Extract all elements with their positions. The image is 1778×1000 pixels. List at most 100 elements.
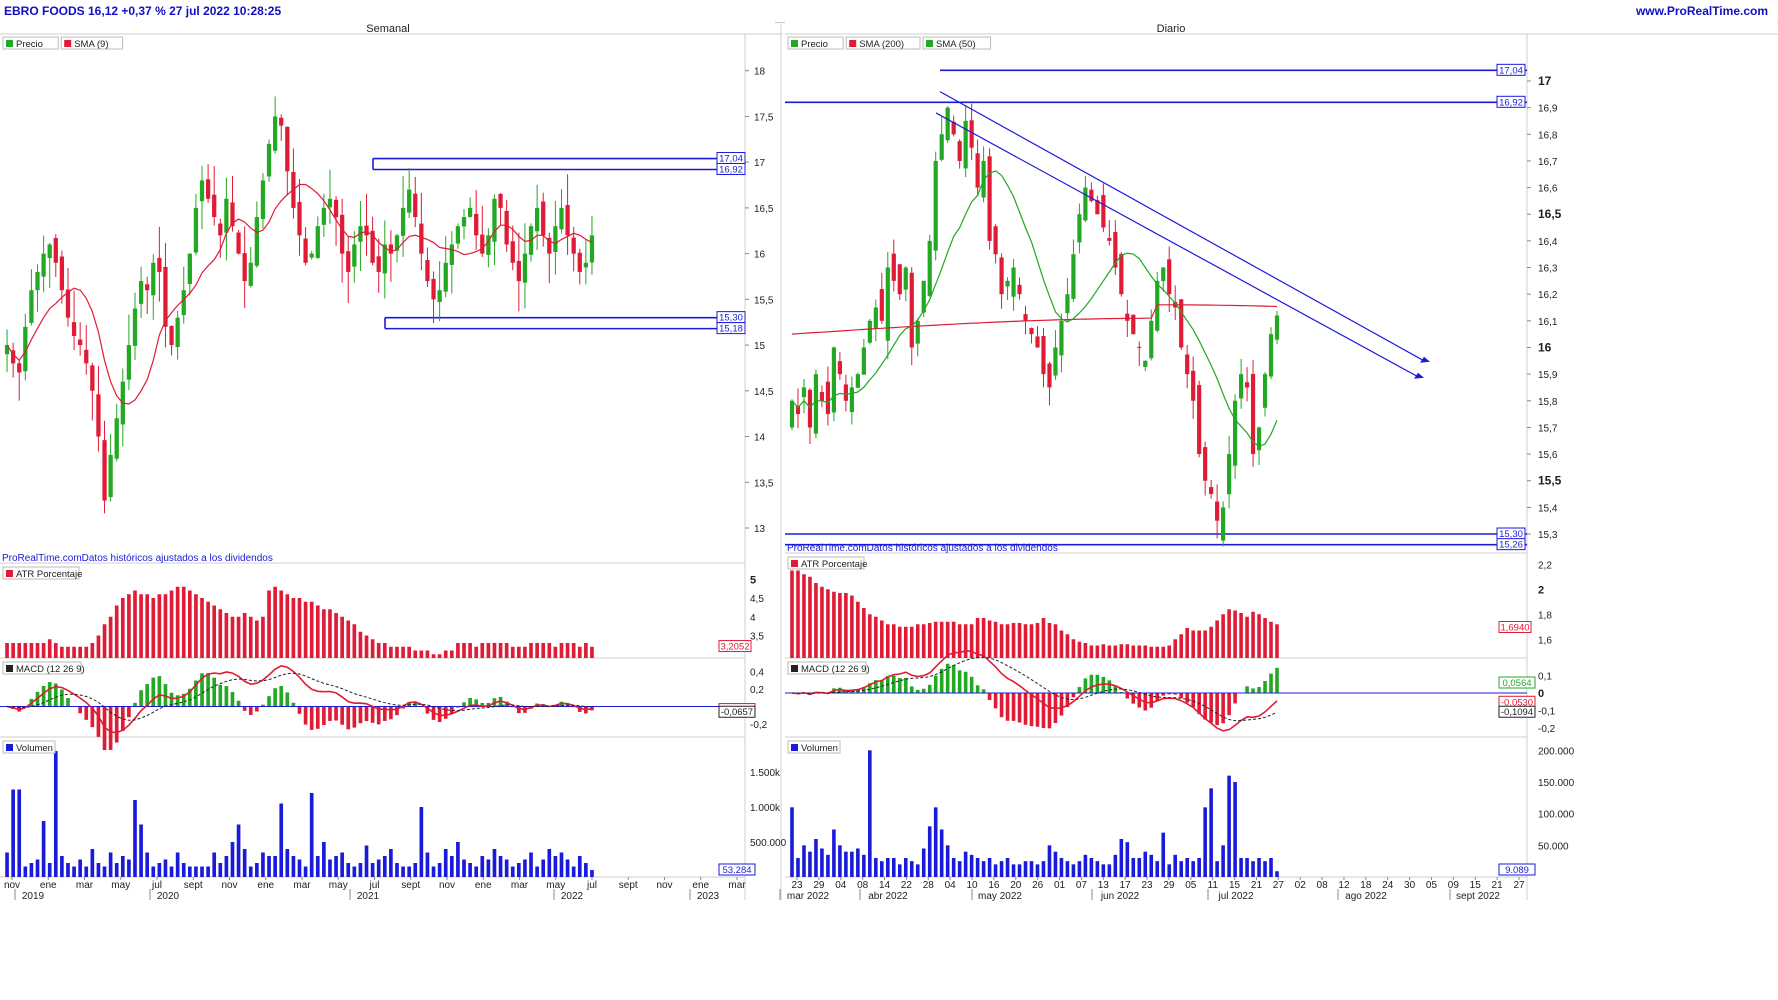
- candle-body: [807, 389, 813, 428]
- macd-bar: [255, 706, 259, 712]
- volume-bar: [1239, 858, 1243, 877]
- atr-bar: [35, 643, 40, 658]
- candle-body: [218, 223, 223, 236]
- candle-body: [1149, 320, 1154, 359]
- x-tick-label: 04: [945, 880, 957, 891]
- volume-bar: [212, 852, 217, 877]
- volume-bar: [139, 824, 143, 877]
- atr-bar: [1251, 611, 1255, 658]
- atr-bar: [96, 635, 101, 658]
- volume-bar: [535, 866, 539, 877]
- candle-body: [205, 179, 211, 199]
- volume-bar: [273, 856, 277, 877]
- atr-bar: [462, 643, 466, 658]
- volume-bar: [1101, 864, 1106, 877]
- x-tick-label: 16: [988, 880, 1000, 891]
- volume-bar: [1077, 861, 1082, 877]
- candle-body: [327, 198, 333, 208]
- macd-bar: [127, 706, 131, 718]
- atr-bar: [498, 643, 503, 658]
- x-tick-label: may: [111, 880, 130, 891]
- candle-body: [138, 281, 144, 304]
- trend-line: [935, 112, 1419, 378]
- atr-bar: [114, 605, 119, 658]
- y-tick-label: 16,6: [1538, 184, 1558, 195]
- volume-bar: [921, 848, 926, 877]
- atr-bar: [267, 590, 271, 658]
- macd-bar: [1215, 692, 1219, 726]
- atr-bar: [340, 616, 344, 658]
- volume-bar: [1065, 861, 1070, 877]
- candle-body: [1083, 187, 1088, 221]
- atr-bar: [145, 594, 150, 658]
- level-label: 16,92: [1499, 97, 1523, 108]
- macd-histogram: [11, 673, 594, 751]
- candle-body: [126, 345, 132, 380]
- atr-bar: [486, 643, 491, 658]
- candle-body: [376, 256, 381, 272]
- macd-bar: [975, 685, 980, 693]
- volume-bar: [862, 854, 866, 877]
- macd-bar: [1221, 692, 1225, 724]
- candle-body: [272, 116, 278, 151]
- macd-value: -0,1094: [1501, 707, 1533, 718]
- macd-tick-label: 0,4: [750, 668, 764, 679]
- atr-bar: [395, 646, 399, 658]
- y-tick-label: 15,5: [1538, 474, 1562, 488]
- macd-bar: [328, 706, 332, 721]
- macd-bar: [309, 706, 314, 730]
- atr-swatch: [791, 560, 798, 567]
- atr-bar: [577, 646, 582, 658]
- candle-body: [1238, 374, 1244, 399]
- site-link[interactable]: www.ProRealTime.com: [1636, 4, 1768, 18]
- x-tick-label: nov: [221, 880, 237, 891]
- macd-bar: [1059, 692, 1064, 716]
- atr-bar: [565, 643, 570, 658]
- candle-body: [891, 253, 896, 281]
- macd-bar: [1107, 680, 1112, 693]
- candle-body: [1029, 328, 1034, 335]
- atr-bar: [492, 643, 497, 658]
- volume-bar: [1203, 807, 1207, 877]
- candle-body: [915, 320, 920, 344]
- macd-bar: [1089, 674, 1094, 693]
- x-tick-label: 29: [813, 880, 825, 891]
- x-tick-label: 22: [901, 880, 913, 891]
- candle-body: [84, 349, 89, 364]
- candle-body: [224, 198, 229, 233]
- volume-bar: [826, 854, 830, 877]
- macd-bar: [315, 706, 320, 729]
- candle-body: [340, 214, 345, 254]
- x-tick-label: 11: [1208, 880, 1219, 891]
- atr-bar: [975, 618, 980, 658]
- atr-bar: [90, 643, 95, 658]
- volume-bar: [1143, 851, 1148, 877]
- volume-bar: [5, 852, 9, 877]
- macd-bar: [279, 686, 284, 707]
- atr-bar: [1209, 626, 1213, 658]
- atr-bar: [376, 643, 381, 658]
- candle-body: [35, 271, 40, 291]
- macd-bar: [1047, 692, 1052, 729]
- atr-bar: [880, 620, 884, 658]
- atr-tick-label: 2: [1538, 584, 1544, 596]
- x-period-label: 2019: [22, 891, 45, 902]
- volume-bar: [407, 866, 411, 877]
- atr-bar: [1071, 639, 1076, 658]
- atr-bar: [53, 643, 58, 658]
- volume-bar: [903, 858, 908, 877]
- volume-bar: [151, 866, 156, 877]
- x-tick-label: 01: [1054, 880, 1066, 891]
- volume-bar: [133, 800, 137, 877]
- x-tick-label: may: [546, 880, 565, 891]
- atr-bar: [808, 576, 812, 658]
- candle-body: [843, 384, 848, 401]
- volume-bar: [425, 852, 430, 877]
- atr-bar: [139, 594, 143, 658]
- atr-bar: [297, 598, 302, 658]
- candle-body: [589, 235, 595, 263]
- atr-bar: [1275, 624, 1279, 658]
- candle-body: [212, 194, 217, 218]
- atr-bar: [1203, 630, 1207, 658]
- chart-area: Semanal 18 17,5 17 16,5 16 15,5 15 14,5 14 13,5 13 1…: [0, 22, 1778, 902]
